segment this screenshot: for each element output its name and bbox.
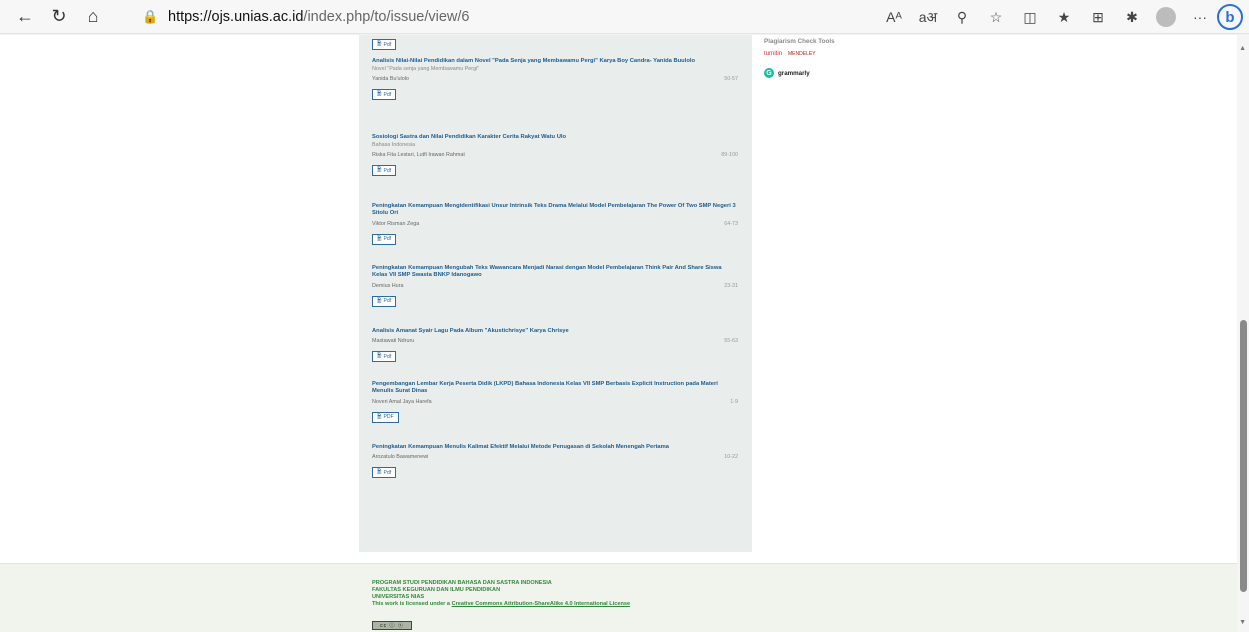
url-host: https://ojs.unias.ac.id — [168, 9, 304, 25]
scrollbar-thumb[interactable] — [1240, 320, 1247, 592]
pdf-button[interactable]: 🗎 Pdf — [372, 89, 397, 101]
url-path: /index.php/to/issue/view/6 — [303, 9, 470, 25]
file-icon: 🗎 — [377, 167, 382, 174]
cc-license-badge[interactable]: cc ⓘ ⓢ — [372, 621, 412, 630]
article-pages: 10-22 — [724, 454, 738, 461]
pdf-button[interactable]: 🗎 Pdf — [372, 165, 397, 177]
back-icon[interactable]: ← — [12, 4, 38, 30]
article-title[interactable]: Analisis Amanat Syair Lagu Pada Album "A… — [372, 328, 738, 335]
pdf-label: PDF — [383, 414, 394, 421]
address-bar[interactable]: 🔒 https://ojs.unias.ac.id/index.php/to/i… — [142, 4, 822, 30]
article-authors: Viktor Risman Zega — [372, 220, 420, 227]
article-title[interactable]: Peningkatan Kemampuan Menulis Kalimat Ef… — [372, 444, 738, 451]
pdf-button[interactable]: 🗎 PDF — [372, 411, 399, 423]
split-screen-icon[interactable]: ◫ — [1013, 4, 1047, 30]
scrollbar[interactable]: ▲ ▼ — [1237, 35, 1249, 632]
home-icon[interactable]: ⌂ — [80, 4, 106, 30]
collections-icon[interactable]: ⊞ — [1081, 4, 1115, 30]
favorite-icon[interactable]: ☆ — [979, 4, 1013, 30]
more-icon[interactable]: ··· — [1183, 4, 1217, 30]
translate-icon[interactable]: aअ — [911, 4, 945, 30]
article-title[interactable]: Pengembangan Lembar Kerja Peserta Didik … — [372, 381, 738, 396]
article-pages: 55-63 — [724, 338, 738, 345]
grammarly-label: grammarly — [778, 69, 810, 77]
article-title[interactable]: Peningkatan Kemampuan Mengidentifikasi U… — [372, 203, 738, 218]
pdf-label: Pdf — [383, 167, 392, 174]
pdf-button[interactable]: 🗎 Pdf — [372, 467, 397, 479]
article-pages: 50-57 — [724, 76, 738, 83]
article-pages: 1-9 — [730, 398, 738, 405]
sidebar-title: Plagiarism Check Tools — [764, 38, 835, 45]
plagiarism-tools: turnitin MENDELEY — [764, 51, 816, 57]
article-authors: Noveri Amal Jaya Harefa — [372, 398, 432, 405]
pdf-button[interactable]: 🗎 Pdf — [372, 295, 397, 307]
reload-icon[interactable]: ↻ — [46, 4, 72, 30]
sidebar: Plagiarism Check Tools turnitin MENDELEY… — [752, 35, 889, 562]
file-icon: 🗎 — [377, 235, 382, 242]
turnitin-logo[interactable]: turnitin — [764, 51, 782, 57]
list-item: Peningkatan Kemampuan Mengubah Teks Wawa… — [372, 265, 738, 307]
list-item: Pengembangan Lembar Kerja Peserta Didik … — [372, 381, 738, 423]
list-item: Peningkatan Kemampuan Mengidentifikasi U… — [372, 203, 738, 245]
pdf-label: Pdf — [383, 298, 392, 305]
article-pages: 89-100 — [721, 152, 738, 159]
list-item: Sosiologi Sastra dan Nilai Pendidikan Ka… — [372, 134, 738, 177]
extensions-icon[interactable]: ✱ — [1115, 4, 1149, 30]
article-authors: Demius Hura — [372, 282, 404, 289]
article-pages: 23-31 — [724, 282, 738, 289]
footer-text: PROGRAM STUDI PENDIDIKAN BAHASA DAN SAST… — [372, 580, 630, 608]
page-footer: PROGRAM STUDI PENDIDIKAN BAHASA DAN SAST… — [0, 563, 1237, 632]
profile-icon[interactable] — [1149, 4, 1183, 30]
grammarly-icon: G — [764, 68, 774, 78]
license-link[interactable]: Creative Commons Attribution-ShareAlike … — [452, 601, 631, 607]
file-icon: 🗎 — [377, 297, 382, 304]
issue-toc: 🗎 Pdf Analisis Nilai-Nilai Pendidikan dal… — [359, 35, 752, 552]
article-title[interactable]: Sosiologi Sastra dan Nilai Pendidikan Ka… — [372, 134, 738, 141]
bing-icon[interactable]: b — [1217, 4, 1243, 30]
pdf-button[interactable]: 🗎 Pdf — [372, 233, 397, 245]
list-item: Analisis Nilai-Nilai Pendidikan dalam No… — [372, 58, 738, 101]
scroll-down-icon[interactable]: ▼ — [1239, 619, 1246, 626]
file-icon: 🗎 — [377, 41, 382, 47]
read-aloud-icon[interactable]: Aᴬ — [877, 4, 911, 30]
license-prefix: This work is licensed under a — [372, 601, 452, 607]
article-title[interactable]: Analisis Nilai-Nilai Pendidikan dalam No… — [372, 58, 738, 65]
pdf-label: Pdf — [383, 41, 392, 48]
article-authors: Arozatulo Bawamenewi — [372, 454, 429, 461]
zoom-icon[interactable]: ⚲ — [945, 4, 979, 30]
pdf-button[interactable]: 🗎 Pdf — [372, 351, 397, 363]
file-icon: 🗎 — [377, 91, 382, 98]
file-icon: 🗎 — [377, 353, 382, 360]
pdf-label: Pdf — [383, 91, 392, 98]
grammarly-link[interactable]: G grammarly — [764, 68, 810, 78]
pdf-label: Pdf — [383, 236, 392, 243]
footer-university: UNIVERSITAS NIAS — [372, 594, 425, 600]
article-subtitle: Novel "Pada senja yang Membawamu Pergi" — [372, 66, 480, 73]
favorites-list-icon[interactable]: ★ — [1047, 4, 1081, 30]
list-item: Peningkatan Kemampuan Menulis Kalimat Ef… — [372, 444, 738, 479]
article-authors: Mastawati Ndruru — [372, 338, 415, 345]
footer-license: This work is licensed under a Creative C… — [372, 601, 630, 608]
file-icon: 🗎 — [377, 413, 382, 420]
page-viewport: 🗎 Pdf Analisis Nilai-Nilai Pendidikan dal… — [0, 35, 1249, 632]
article-subtitle: Bahasa Indonesia — [372, 142, 416, 149]
list-item: Analisis Amanat Syair Lagu Pada Album "A… — [372, 328, 738, 363]
mendeley-logo[interactable]: MENDELEY — [788, 51, 816, 57]
article-title[interactable]: Peningkatan Kemampuan Mengubah Teks Wawa… — [372, 265, 738, 280]
avatar[interactable] — [1156, 7, 1176, 27]
article-authors: Riska Fita Lestari, Lutfi Irawan Rahmat — [372, 152, 465, 159]
browser-toolbar: ← ↻ ⌂ 🔒 https://ojs.unias.ac.id/index.ph… — [0, 0, 1249, 34]
lock-icon[interactable]: 🔒 — [142, 9, 160, 25]
list-item: 🗎 Pdf — [372, 35, 738, 50]
footer-program: PROGRAM STUDI PENDIDIKAN BAHASA DAN SAST… — [372, 580, 552, 586]
pdf-button[interactable]: 🗎 Pdf — [372, 39, 397, 50]
pdf-label: Pdf — [383, 353, 392, 360]
article-authors: Yanida Bu'ulolo — [372, 76, 409, 83]
pdf-label: Pdf — [383, 469, 392, 476]
file-icon: 🗎 — [377, 469, 382, 476]
scroll-up-icon[interactable]: ▲ — [1239, 45, 1246, 52]
footer-faculty: FAKULTAS KEGURUAN DAN ILMU PENDIDIKAN — [372, 587, 501, 593]
article-pages: 64-73 — [724, 220, 738, 227]
